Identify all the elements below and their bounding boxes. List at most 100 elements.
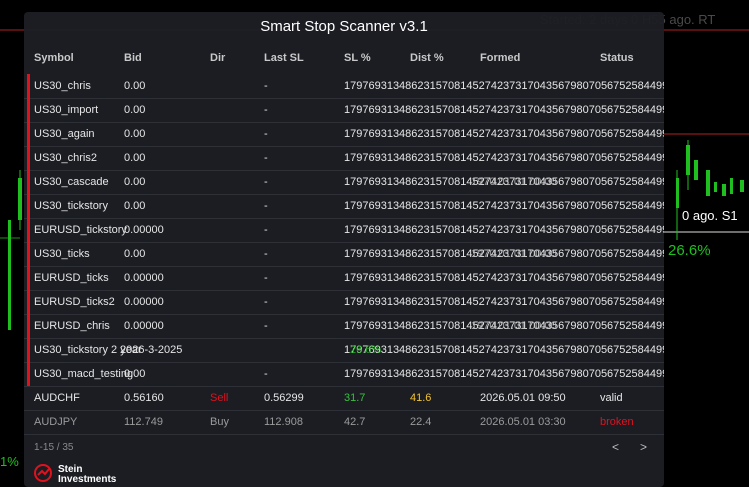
cell-symbol: US30_again <box>34 128 95 140</box>
cell-overflow-value: 1797693134862315708145274237317043567980… <box>344 200 664 212</box>
cell-last-sl: - <box>264 200 268 212</box>
cell-last-sl: - <box>264 320 268 332</box>
cell-symbol: EURUSD_chris <box>34 320 110 332</box>
cell-overlap-pct: 26.6% <box>350 344 382 356</box>
cell-last-sl: - <box>264 80 268 92</box>
cell-bid: 0.00 <box>124 128 146 140</box>
cell-bid: 2026-3-2025 <box>120 344 183 356</box>
cell-symbol: US30_chris2 <box>34 152 97 164</box>
cell-overflow-value: 1797693134862315708145274237317043567980… <box>344 152 664 164</box>
cell-overflow-value: 1797693134862315708145274237317043567980… <box>344 224 664 236</box>
cell-bid: 0.00 <box>124 176 146 188</box>
cell-bid: 0.00000 <box>124 296 164 308</box>
table-row[interactable]: EURUSD_tickstory 0.00000 - 1797693134862… <box>24 218 664 243</box>
cell-overflow-value: 1797693134862315708145274237317043567980… <box>344 272 664 284</box>
cell-last-sl: 112.908 <box>264 416 303 428</box>
next-page-button[interactable]: > <box>640 440 647 454</box>
cell-last-sl: - <box>264 272 268 284</box>
cell-overflow-value: 1797693134862315708145274237317043567980… <box>344 128 664 140</box>
pagination-count: 1-15 / 35 <box>34 442 74 453</box>
cell-status: broken <box>600 416 634 428</box>
cell-overflow-value: 1797693134862315708145274237317043567980… <box>344 296 664 308</box>
header-bid[interactable]: Bid <box>124 52 142 64</box>
cell-symbol: EURUSD_ticks2 <box>34 296 115 308</box>
header-dir[interactable]: Dir <box>210 52 225 64</box>
cell-bid: 0.00000 <box>124 320 164 332</box>
cell-bid: 0.56160 <box>124 392 164 404</box>
candle <box>8 220 11 330</box>
cell-symbol: US30_tickstory <box>34 200 108 212</box>
cell-overlap-date: 1970.01.01 00:00 <box>471 320 557 332</box>
cell-symbol: US30_ticks <box>34 248 90 260</box>
cell-symbol: US30_chris <box>34 80 91 92</box>
cell-bid: 0.00000 <box>124 224 164 236</box>
prev-page-button[interactable]: < <box>612 440 619 454</box>
cell-overflow-value: 1797693134862315708145274237317043567980… <box>344 368 664 380</box>
cell-last-sl: - <box>264 368 268 380</box>
cell-sl-pct: 42.7 <box>344 416 366 428</box>
cell-last-sl: - <box>264 152 268 164</box>
cell-last-sl: - <box>264 104 268 116</box>
cell-bid: 0.00 <box>124 80 146 92</box>
cell-overflow-value: 1797693134862315708145274237317043567980… <box>344 104 664 116</box>
chart-s1-label: 0 ago. S1 <box>682 208 738 223</box>
cell-symbol: EURUSD_tickstory <box>34 224 127 236</box>
table-row[interactable]: US30_import 0.00 - 179769313486231570814… <box>24 98 664 123</box>
cell-dir: Sell <box>210 392 229 404</box>
cell-dist-pct: 22.4 <box>410 416 432 428</box>
brand-line2: Investments <box>58 474 117 485</box>
cell-overlap-date: 1970.01.01 00:00 <box>471 176 557 188</box>
header-sl-pct[interactable]: SL % <box>344 52 371 64</box>
header-symbol[interactable]: Symbol <box>34 52 74 64</box>
table-row[interactable]: US30_ticks 0.00 - 1797693134862315708145… <box>24 242 664 267</box>
cell-last-sl: - <box>264 296 268 308</box>
table-row[interactable]: EURUSD_ticks 0.00000 - 17976931348623157… <box>24 266 664 291</box>
table-row[interactable]: US30_chris2 0.00 - 179769313486231570814… <box>24 146 664 171</box>
header-last-sl[interactable]: Last SL <box>264 52 304 64</box>
cell-symbol: US30_macd_testing <box>34 368 134 380</box>
cell-status: valid <box>600 392 623 404</box>
cell-bid: 0.00 <box>124 200 146 212</box>
cell-last-sl: - <box>264 128 268 140</box>
chart-right-pct: 26.6% <box>668 242 711 259</box>
cell-last-sl: - <box>264 248 268 260</box>
cell-formed: 2026.05.01 03:30 <box>480 416 566 428</box>
table-row[interactable]: US30_chris 0.00 - 1797693134862315708145… <box>24 74 664 99</box>
cell-symbol: AUDCHF <box>34 392 80 404</box>
cell-last-sl: - <box>264 176 268 188</box>
cell-dir: Buy <box>210 416 229 428</box>
cell-overflow-value: 1797693134862315708145274237317043567980… <box>344 344 664 356</box>
cell-overlap-date: 1970.01.01 00:00 <box>471 248 557 260</box>
table-row[interactable]: EURUSD_chris 0.00000 - 17976931348623157… <box>24 314 664 339</box>
cell-bid: 112.749 <box>124 416 163 428</box>
cell-symbol: US30_import <box>34 104 99 116</box>
cell-symbol: AUDJPY <box>34 416 78 428</box>
cell-bid: 0.00 <box>124 248 146 260</box>
panel-title: Smart Stop Scanner v3.1 <box>260 18 428 35</box>
cell-bid: 0.00 <box>124 152 146 164</box>
candles-right <box>676 140 744 240</box>
cell-symbol: US30_cascade <box>34 176 109 188</box>
table-row[interactable]: US30_tickstory 2 year 2026-3-2025 179769… <box>24 338 664 363</box>
cell-bid: 0.00000 <box>124 272 164 284</box>
table-row[interactable]: US30_tickstory 0.00 - 179769313486231570… <box>24 194 664 219</box>
chart-left-pct: 1% <box>0 454 19 469</box>
stein-logo-icon <box>34 464 52 482</box>
header-dist-pct[interactable]: Dist % <box>410 52 444 64</box>
cell-overflow-value: 1797693134862315708145274237317043567980… <box>344 80 664 92</box>
table-row[interactable]: US30_cascade 0.00 - 17976931348623157081… <box>24 170 664 195</box>
table-row[interactable]: US30_macd_testing 0.00 - 179769313486231… <box>24 362 664 387</box>
cell-last-sl: 0.56299 <box>264 392 304 404</box>
cell-bid: 0.00 <box>124 368 146 380</box>
header-status[interactable]: Status <box>600 52 634 64</box>
table-header: Symbol Bid Dir Last SL SL % Dist % Forme… <box>24 52 664 72</box>
table-row[interactable]: AUDJPY 112.749 Buy 112.908 42.7 22.4 202… <box>24 410 664 435</box>
cell-last-sl: - <box>264 224 268 236</box>
cell-sl-pct: 31.7 <box>344 392 366 404</box>
cell-formed: 2026.05.01 09:50 <box>480 392 566 404</box>
table-row[interactable]: US30_again 0.00 - 1797693134862315708145… <box>24 122 664 147</box>
table-row[interactable]: AUDCHF 0.56160 Sell 0.56299 31.7 41.6 20… <box>24 386 664 411</box>
scanner-panel: Smart Stop Scanner v3.1 Symbol Bid Dir L… <box>24 12 664 487</box>
header-formed[interactable]: Formed <box>480 52 520 64</box>
table-row[interactable]: EURUSD_ticks2 0.00000 - 1797693134862315… <box>24 290 664 315</box>
